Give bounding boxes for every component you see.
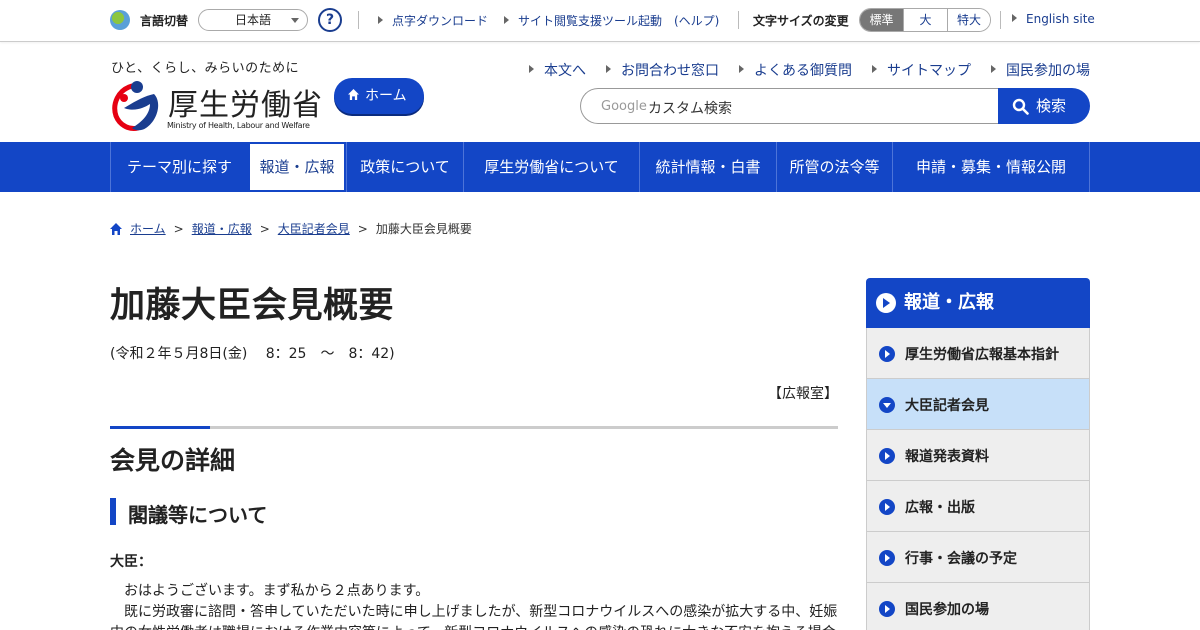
paragraph: おはようございます。まず私から２点あります。 [110, 583, 430, 599]
nav-item-about[interactable]: 厚生労働省について [463, 142, 639, 192]
search-input[interactable]: Google カスタム検索 [580, 88, 1000, 124]
paragraph: 中の女性労働者は職場における作業内容等によって、新型コロナウイルスへの感染の恐れ… [110, 622, 838, 630]
breadcrumb-current: 加藤大臣会見概要 [375, 222, 472, 236]
divider [738, 11, 739, 29]
divider [1000, 11, 1001, 29]
side-item-public-participation[interactable]: 国民参加の場 [866, 583, 1090, 630]
nav-item-applications[interactable]: 申請・募集・情報公開 [892, 142, 1090, 192]
office-label: 【広報室】 [768, 386, 838, 402]
nav-item-policy[interactable]: 政策について [346, 142, 463, 192]
divider-accent [110, 426, 210, 429]
breadcrumb-press[interactable]: 報道・広報 [192, 220, 252, 237]
home-button[interactable]: ホーム [334, 78, 424, 114]
press-date: (令和２年５月8日(金) 8：25 ～ 8：42) [110, 346, 395, 362]
global-nav: テーマ別に探す 報道・広報 政策について 厚生労働省について 統計情報・白書 所… [0, 142, 1200, 192]
nav-item-theme[interactable]: テーマ別に探す [110, 142, 248, 192]
side-item-events[interactable]: 行事・会議の予定 [866, 532, 1090, 583]
help-button[interactable]: ? [318, 8, 342, 32]
side-item-press-releases[interactable]: 報道発表資料 [866, 430, 1090, 481]
home-icon [110, 222, 122, 235]
breadcrumb-home[interactable]: ホーム [130, 220, 166, 237]
logo-subtitle: Ministry of Health, Labour and Welfare [167, 121, 310, 130]
skip-to-content-link[interactable]: 本文へ [529, 60, 586, 80]
braille-download-link[interactable]: 点字ダウンロード [378, 12, 488, 29]
mhlw-logo-icon[interactable] [110, 78, 162, 132]
search-placeholder: カスタム検索 [648, 101, 732, 117]
font-size-label: 文字サイズの変更 [753, 14, 849, 28]
globe-icon [110, 10, 130, 30]
nav-item-press[interactable]: 報道・広報 [248, 142, 346, 192]
chevron-down-icon [291, 18, 299, 23]
divider [358, 11, 359, 29]
home-button-label: ホーム [365, 88, 407, 104]
subsection-heading: 閣議等について [128, 503, 268, 527]
public-participation-link[interactable]: 国民参加の場 [991, 60, 1090, 80]
nav-item-laws[interactable]: 所管の法令等 [776, 142, 892, 192]
language-select[interactable]: 日本語 [198, 9, 308, 31]
utility-bar: 言語切替 日本語 ? 点字ダウンロード サイト閲覧支援ツール起動 (ヘルプ) 文… [0, 0, 1200, 42]
logo-title: 厚生労働省 [168, 88, 323, 123]
arrow-circle-icon [879, 601, 895, 617]
breadcrumb-minister-press[interactable]: 大臣記者会見 [278, 220, 350, 237]
faq-link[interactable]: よくある御質問 [739, 60, 852, 80]
search-button[interactable]: 検索 [998, 88, 1090, 124]
sitemap-link[interactable]: サイトマップ [872, 60, 971, 80]
side-item-pr-guidelines[interactable]: 厚生労働省広報基本指針 [866, 328, 1090, 379]
language-select-value: 日本語 [234, 13, 271, 27]
search-button-label: 検索 [1036, 97, 1067, 115]
chevron-down-circle-icon [879, 397, 895, 413]
tagline: ひと、くらし、みらいのために [111, 61, 300, 76]
speaker-label: 大臣： [110, 554, 152, 570]
side-nav: 報道・広報 厚生労働省広報基本指針 大臣記者会見 報道発表資料 広報・出版 行事… [866, 278, 1090, 630]
nav-item-statistics[interactable]: 統計情報・白書 [639, 142, 776, 192]
arrow-circle-icon [879, 550, 895, 566]
english-site-link[interactable]: English site [1012, 12, 1095, 26]
arrow-circle-icon [879, 499, 895, 515]
contact-link[interactable]: お問合わせ窓口 [606, 60, 719, 80]
font-size-standard-button[interactable]: 標準 [860, 9, 903, 31]
heading-accent-bar [110, 498, 116, 525]
side-item-minister-press[interactable]: 大臣記者会見 [866, 379, 1090, 430]
side-nav-title: 報道・広報 [904, 292, 994, 313]
font-size-switcher: 標準 大 特大 [859, 8, 991, 32]
language-label: 言語切替 [140, 14, 189, 28]
section-heading: 会見の詳細 [110, 446, 236, 475]
page-title: 加藤大臣会見概要 [110, 286, 395, 326]
side-item-publications[interactable]: 広報・出版 [866, 481, 1090, 532]
paragraph: 既に労政審に諮問・答申していただいた時に申し上げましたが、新型コロナウイルスへの… [110, 604, 838, 620]
search-icon [1012, 98, 1029, 115]
home-icon [348, 89, 359, 100]
side-nav-header[interactable]: 報道・広報 [866, 278, 1090, 328]
arrow-circle-icon [879, 448, 895, 464]
font-size-large-button[interactable]: 大 [903, 9, 947, 31]
divider [110, 426, 838, 429]
browsing-support-tool-link[interactable]: サイト閲覧支援ツール起動 (ヘルプ) [504, 12, 719, 29]
arrow-circle-icon [879, 346, 895, 362]
breadcrumb: ホーム > 報道・広報 > 大臣記者会見 > 加藤大臣会見概要 [110, 220, 472, 237]
arrow-circle-icon [876, 293, 896, 313]
font-size-xlarge-button[interactable]: 特大 [947, 9, 990, 31]
google-label: Google [601, 99, 647, 114]
